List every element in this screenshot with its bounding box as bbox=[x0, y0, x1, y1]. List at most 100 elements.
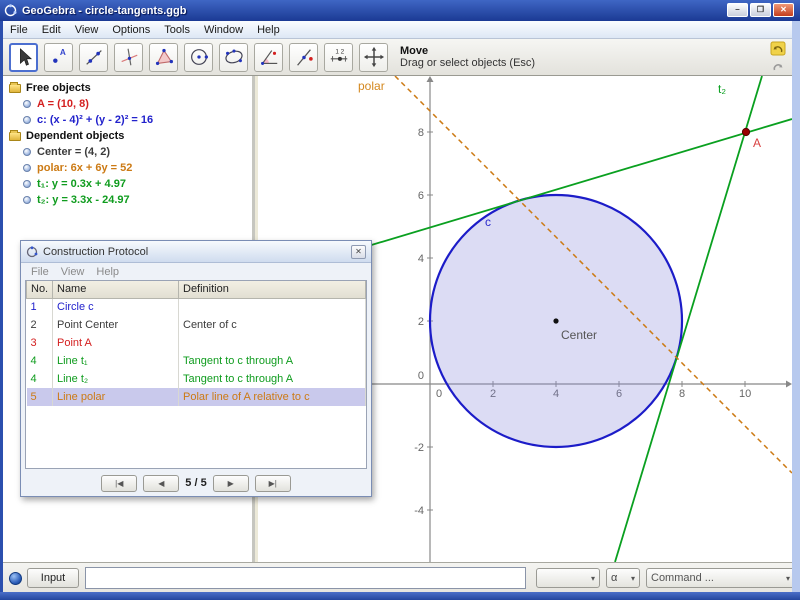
menu-bar: File Edit View Options Tools Window Help bbox=[3, 21, 792, 39]
protocol-row[interactable]: 4 Line t₁ Tangent to c through A bbox=[26, 352, 366, 370]
column-header-no[interactable]: No. bbox=[26, 281, 53, 299]
point-a[interactable] bbox=[741, 127, 751, 137]
command-dropdown[interactable]: Command ... ▾ bbox=[646, 568, 795, 588]
input-help-icon[interactable] bbox=[9, 572, 22, 585]
circle-tool-button[interactable] bbox=[184, 42, 213, 72]
tool-bar: A 1 2 Move Drag or select objects (Esc) bbox=[3, 39, 792, 76]
perpendicular-lines-icon bbox=[120, 48, 137, 66]
center-label[interactable]: Center bbox=[561, 328, 597, 342]
protocol-row[interactable]: 3 Point A bbox=[26, 334, 366, 352]
a-label[interactable]: A bbox=[753, 136, 761, 150]
perpendicular-line-tool-button[interactable] bbox=[114, 42, 143, 72]
menu-help[interactable]: Help bbox=[250, 22, 287, 38]
window-title: GeoGebra - circle-tangents.ggb bbox=[22, 4, 187, 17]
maximize-button[interactable]: ❐ bbox=[750, 3, 771, 17]
algebra-item-t1[interactable]: t₁: y = 0.3x + 4.97 bbox=[3, 176, 252, 192]
algebra-item-t2[interactable]: t₂: y = 3.3x - 24.97 bbox=[3, 192, 252, 208]
protocol-title: Construction Protocol bbox=[43, 245, 149, 258]
protocol-menu-file[interactable]: File bbox=[25, 265, 55, 279]
protocol-menu-bar: File View Help bbox=[21, 263, 371, 280]
redo-icon[interactable] bbox=[770, 59, 786, 74]
minimize-button[interactable]: – bbox=[727, 3, 748, 17]
close-button[interactable]: ✕ bbox=[773, 3, 794, 17]
previous-step-button[interactable]: ◀ bbox=[143, 474, 180, 492]
polar-label[interactable]: polar bbox=[358, 79, 385, 93]
menu-file[interactable]: File bbox=[3, 22, 35, 38]
algebra-item-A[interactable]: A = (10, 8) bbox=[3, 96, 252, 112]
dependent-objects-header[interactable]: Dependent objects bbox=[3, 128, 252, 144]
protocol-menu-help[interactable]: Help bbox=[90, 265, 125, 279]
visibility-marble-icon[interactable] bbox=[23, 100, 31, 108]
move-cursor-icon bbox=[19, 48, 32, 66]
menu-edit[interactable]: Edit bbox=[35, 22, 68, 38]
svg-text:0: 0 bbox=[418, 370, 424, 382]
protocol-row[interactable]: 4 Line t₂ Tangent to c through A bbox=[26, 370, 366, 388]
slider-tool-button[interactable]: 1 2 bbox=[324, 42, 353, 72]
algebra-item-center[interactable]: Center = (4, 2) bbox=[3, 144, 252, 160]
mirror-line-icon bbox=[296, 49, 313, 66]
column-header-name[interactable]: Name bbox=[52, 281, 179, 299]
first-step-button[interactable]: |◀ bbox=[101, 474, 138, 492]
last-step-button[interactable]: ▶| bbox=[254, 474, 291, 492]
chevron-down-icon: ▾ bbox=[630, 573, 635, 583]
chevron-down-icon: ▾ bbox=[590, 573, 595, 583]
move-tool-button[interactable] bbox=[9, 42, 38, 72]
column-header-definition[interactable]: Definition bbox=[178, 281, 366, 299]
t2-label[interactable]: t₂ bbox=[718, 82, 726, 96]
ellipse-icon bbox=[224, 49, 243, 64]
visibility-marble-icon[interactable] bbox=[23, 180, 31, 188]
free-objects-header[interactable]: Free objects bbox=[3, 80, 252, 96]
visibility-marble-icon[interactable] bbox=[23, 196, 31, 204]
geogebra-window: GeoGebra - circle-tangents.ggb – ❐ ✕ Fil… bbox=[0, 0, 800, 600]
menu-options[interactable]: Options bbox=[105, 22, 157, 38]
tool-help-text: Move Drag or select objects (Esc) bbox=[400, 45, 535, 69]
next-step-button[interactable]: ▶ bbox=[212, 474, 249, 492]
input-field[interactable] bbox=[85, 567, 526, 589]
y-axis-arrow-icon bbox=[426, 76, 434, 82]
svg-text:A: A bbox=[59, 48, 65, 57]
protocol-row-selected[interactable]: 5 Line polar Polar line of A relative to… bbox=[26, 388, 366, 406]
construction-protocol-window[interactable]: Construction Protocol ✕ File View Help N… bbox=[20, 240, 372, 497]
protocol-close-button[interactable]: ✕ bbox=[351, 244, 366, 259]
folder-icon bbox=[9, 81, 21, 93]
line-tool-button[interactable] bbox=[79, 42, 108, 72]
undo-icon[interactable] bbox=[770, 41, 786, 56]
angle-tool-button[interactable] bbox=[254, 42, 283, 72]
protocol-menu-view[interactable]: View bbox=[55, 265, 91, 279]
protocol-title-bar[interactable]: Construction Protocol ✕ bbox=[21, 241, 371, 263]
protocol-row[interactable]: 1 Circle c bbox=[26, 298, 366, 316]
menu-window[interactable]: Window bbox=[197, 22, 250, 38]
c-label[interactable]: c bbox=[485, 215, 491, 229]
slider-icon: 1 2 bbox=[330, 48, 347, 62]
angle-icon bbox=[260, 50, 277, 65]
visibility-marble-icon[interactable] bbox=[23, 116, 31, 124]
polygon-icon bbox=[155, 48, 173, 66]
title-bar[interactable]: GeoGebra - circle-tangents.ggb – ❐ ✕ bbox=[0, 0, 800, 21]
protocol-row[interactable]: 2 Point Center Center of c bbox=[26, 316, 366, 334]
menu-view[interactable]: View bbox=[68, 22, 106, 38]
input-bar: Input ▾ α ▾ Command ... ▾ bbox=[3, 562, 795, 592]
algebra-item-c[interactable]: c: (x - 4)² + (y - 2)² = 16 bbox=[3, 112, 252, 128]
conic-tool-button[interactable] bbox=[219, 42, 248, 72]
visibility-marble-icon[interactable] bbox=[23, 164, 31, 172]
polygon-tool-button[interactable] bbox=[149, 42, 178, 72]
algebra-item-polar[interactable]: polar: 6x + 6y = 52 bbox=[3, 160, 252, 176]
symbol-dropdown[interactable]: ▾ bbox=[536, 568, 600, 588]
move-graphics-view-tool-button[interactable] bbox=[359, 42, 388, 72]
menu-tools[interactable]: Tools bbox=[157, 22, 197, 38]
step-position: 5 / 5 bbox=[185, 477, 207, 489]
greek-letter-dropdown[interactable]: α ▾ bbox=[606, 568, 640, 588]
point-center[interactable] bbox=[553, 318, 559, 324]
protocol-navigation-bar: |◀ ◀ 5 / 5 ▶ ▶| bbox=[21, 469, 371, 497]
active-tool-hint: Drag or select objects (Esc) bbox=[400, 57, 536, 69]
window-border-right bbox=[792, 21, 800, 600]
point-icon: A bbox=[52, 48, 65, 63]
window-border-left bbox=[0, 21, 3, 600]
input-button[interactable]: Input bbox=[27, 568, 79, 588]
visibility-marble-icon[interactable] bbox=[23, 148, 31, 156]
window-border-bottom bbox=[0, 592, 800, 600]
folder-icon bbox=[9, 129, 21, 141]
geogebra-logo-icon bbox=[26, 245, 38, 257]
point-tool-button[interactable]: A bbox=[44, 42, 73, 72]
mirror-tool-button[interactable] bbox=[289, 42, 318, 72]
